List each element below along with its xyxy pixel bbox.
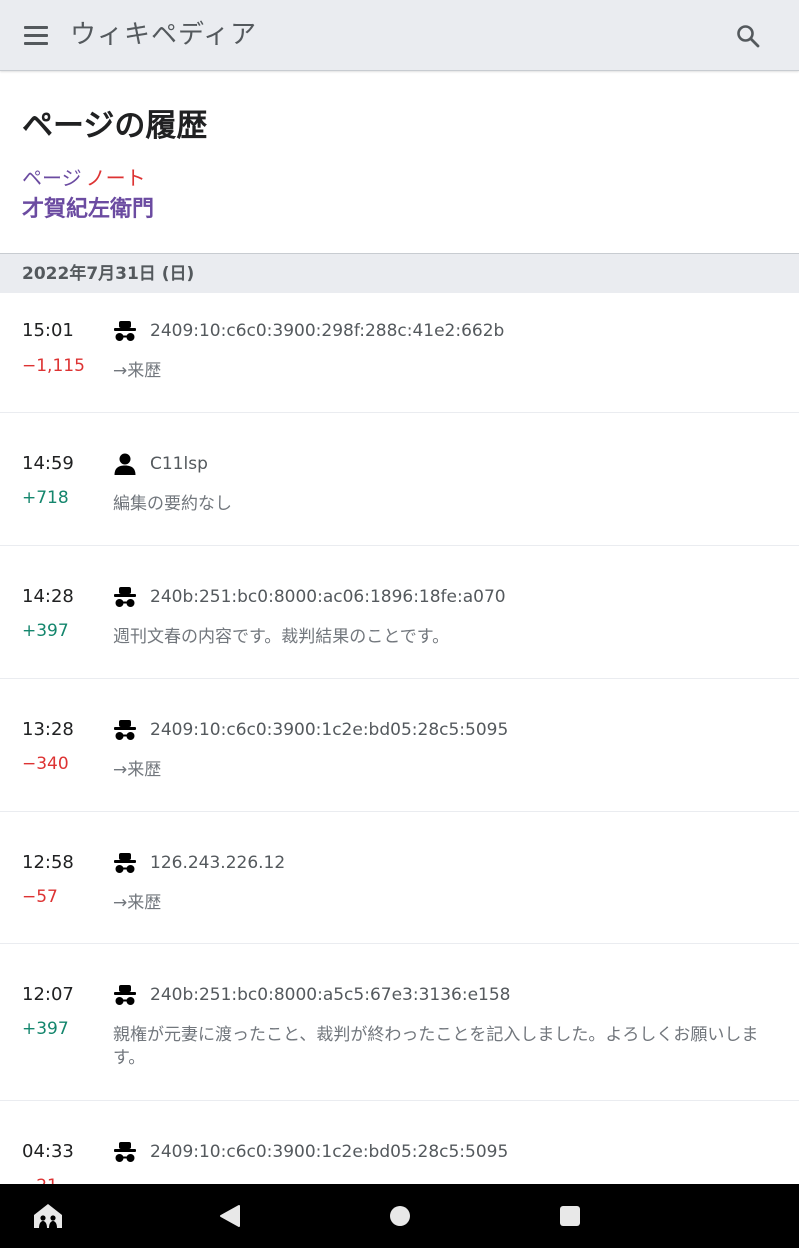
revision-time[interactable]: 12:58	[22, 851, 74, 875]
history-row[interactable]: 12:58 −57 126.243.226.12 →来歴	[0, 812, 799, 944]
byte-diff: −340	[22, 754, 69, 774]
history-row[interactable]: 12:07 +397 240b:251:bc0:8000:a5c5:67e3:3…	[0, 944, 799, 1101]
home-circle-icon	[390, 1206, 410, 1226]
revision-user[interactable]: 126.243.226.12	[113, 851, 285, 875]
anonymous-user-icon	[114, 853, 136, 873]
anonymous-user-icon	[114, 1142, 136, 1162]
edit-summary: 編集の要約なし	[113, 494, 232, 514]
registered-user-icon	[114, 453, 136, 475]
top-bar: ウィキペディア	[0, 0, 799, 71]
revision-user[interactable]: 2409:10:c6c0:3900:1c2e:bd05:28c5:5095	[113, 1140, 508, 1164]
user-name[interactable]: 240b:251:bc0:8000:a5c5:67e3:3136:e158	[150, 983, 510, 1007]
search-button[interactable]	[728, 16, 768, 56]
revision-user[interactable]: 2409:10:c6c0:3900:1c2e:bd05:28c5:5095	[113, 718, 508, 742]
wikipedia-logo[interactable]: ウィキペディア	[70, 18, 257, 52]
revision-user[interactable]: 240b:251:bc0:8000:a5c5:67e3:3136:e158	[113, 983, 510, 1007]
user-name[interactable]: 126.243.226.12	[150, 851, 285, 875]
byte-diff: −1,115	[22, 356, 85, 376]
page-title: ページの履歴	[22, 108, 208, 144]
article-title-link[interactable]: 才賀紀左衛門	[22, 195, 154, 225]
date-header: 2022年7月31日 (日)	[0, 253, 799, 293]
edit-summary: 週刊文春の内容です。裁判結果のことです。	[113, 627, 450, 647]
home-icon	[34, 1204, 62, 1228]
anonymous-user-icon	[114, 720, 136, 740]
user-name[interactable]: 240b:251:bc0:8000:ac06:1896:18fe:a070	[150, 585, 506, 609]
byte-diff: +397	[22, 621, 69, 641]
user-name[interactable]: 2409:10:c6c0:3900:1c2e:bd05:28c5:5095	[150, 718, 508, 742]
revision-time[interactable]: 14:28	[22, 585, 74, 609]
anonymous-user-icon	[114, 985, 136, 1005]
byte-diff: −57	[22, 887, 58, 907]
revision-time[interactable]: 15:01	[22, 319, 74, 343]
user-name[interactable]: 2409:10:c6c0:3900:1c2e:bd05:28c5:5095	[150, 1140, 508, 1164]
anonymous-user-icon	[114, 321, 136, 341]
menu-button[interactable]	[14, 16, 58, 56]
history-row[interactable]: 14:59 +718 C11lsp 編集の要約なし	[0, 413, 799, 546]
history-list: 15:01 −1,115 2409:10:c6c0:3900:298f:288c…	[0, 293, 799, 1221]
byte-diff: +397	[22, 1019, 69, 1039]
edit-summary: →来歴	[113, 361, 162, 381]
user-name[interactable]: C11lsp	[150, 452, 208, 476]
anonymous-user-icon	[114, 587, 136, 607]
revision-time[interactable]: 12:07	[22, 983, 74, 1007]
system-navigation-bar	[0, 1184, 799, 1248]
revision-time[interactable]: 14:59	[22, 452, 74, 476]
home-button[interactable]	[380, 1196, 420, 1236]
edit-summary: 親権が元妻に渡ったこと、裁判が終わったことを記入しました。よろしくお願いします。	[113, 1025, 759, 1068]
revision-user[interactable]: 240b:251:bc0:8000:ac06:1896:18fe:a070	[113, 585, 506, 609]
revision-user[interactable]: C11lsp	[113, 452, 208, 476]
recents-button[interactable]	[550, 1196, 590, 1236]
search-icon	[737, 25, 760, 48]
revision-time[interactable]: 13:28	[22, 718, 74, 742]
revision-user[interactable]: 2409:10:c6c0:3900:298f:288c:41e2:662b	[113, 319, 504, 343]
home-app-button[interactable]	[28, 1196, 68, 1236]
recents-square-icon	[560, 1206, 580, 1226]
history-row[interactable]: 13:28 −340 2409:10:c6c0:3900:1c2e:bd05:2…	[0, 679, 799, 812]
history-row[interactable]: 14:28 +397 240b:251:bc0:8000:ac06:1896:1…	[0, 546, 799, 679]
revision-time[interactable]: 04:33	[22, 1140, 74, 1164]
back-button[interactable]	[209, 1196, 249, 1236]
history-row[interactable]: 15:01 −1,115 2409:10:c6c0:3900:298f:288c…	[0, 293, 799, 413]
tab-page[interactable]: ページ	[22, 166, 82, 190]
edit-summary: →来歴	[113, 760, 162, 780]
edit-summary: →来歴	[113, 893, 162, 913]
user-name[interactable]: 2409:10:c6c0:3900:298f:288c:41e2:662b	[150, 319, 504, 343]
tab-talk[interactable]: ノート	[86, 166, 146, 190]
back-triangle-icon	[220, 1205, 240, 1227]
byte-diff: +718	[22, 488, 69, 508]
namespace-tabs: ページ ノート	[22, 165, 146, 191]
hamburger-menu-icon	[24, 26, 48, 29]
